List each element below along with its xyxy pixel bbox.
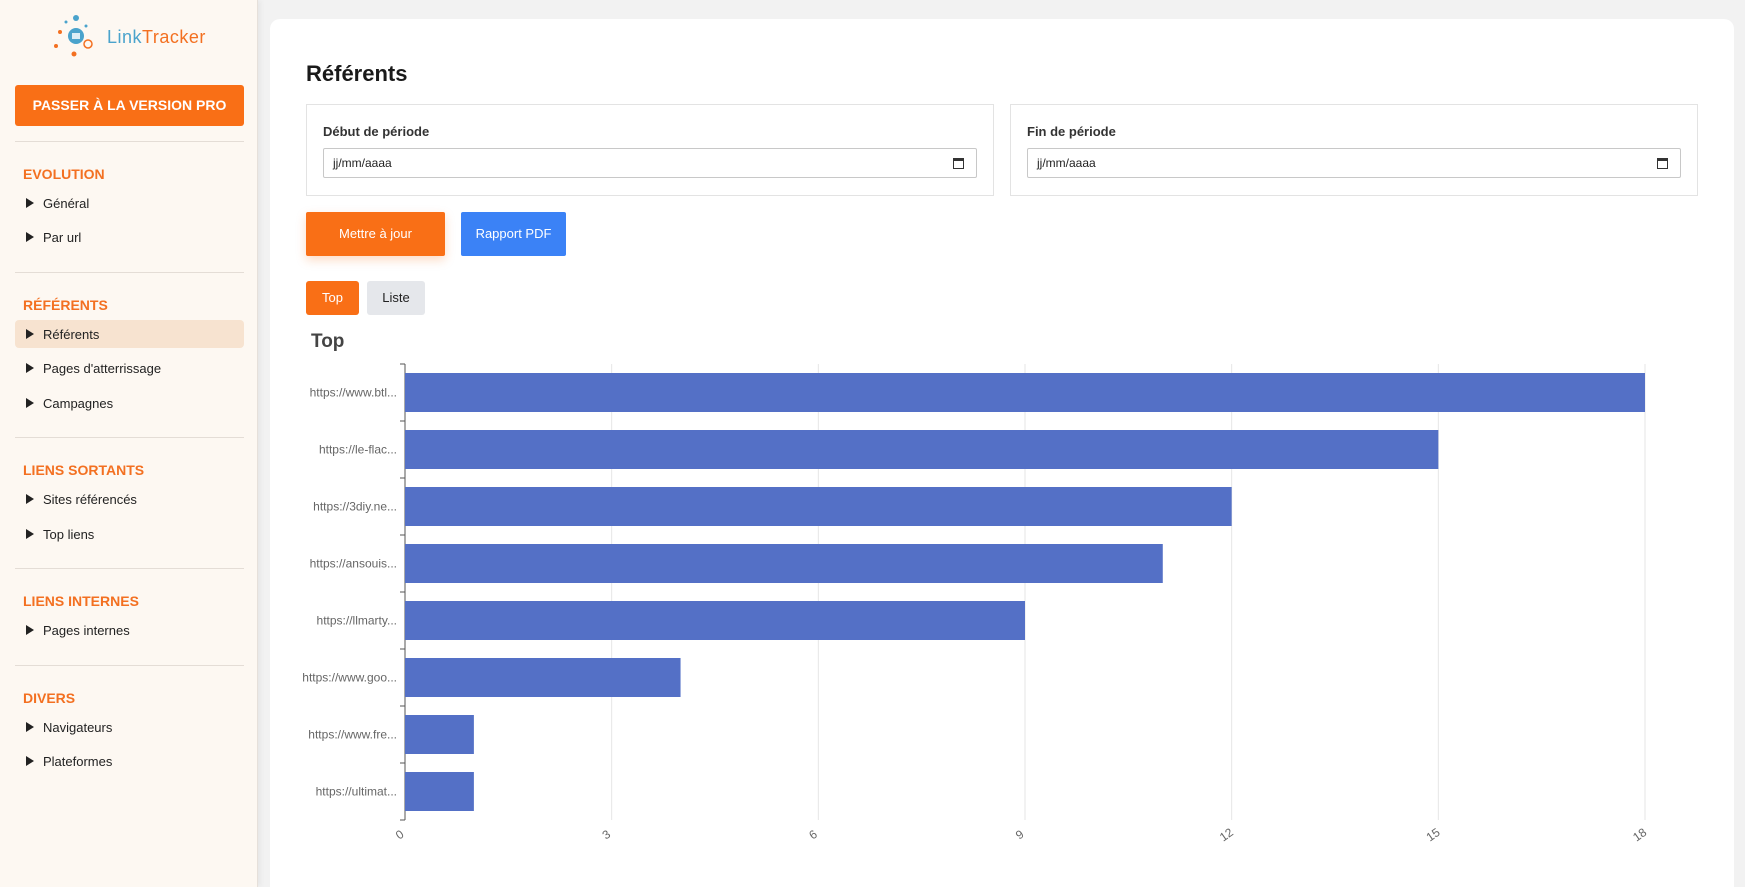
y-category-label: https://llmarty... xyxy=(317,614,397,628)
logo-text: LinkTracker xyxy=(107,27,206,47)
section-title-referents: RÉFÉRENTS xyxy=(23,297,108,313)
pdf-report-button[interactable]: Rapport PDF xyxy=(461,212,566,256)
start-date-input[interactable]: jj/mm/aaaa xyxy=(323,148,977,178)
referents-bar-chart: 0 3 6 9 12 15 18 https://www.btl... https://le-f… xyxy=(302,363,1649,844)
logo-icon xyxy=(54,15,93,57)
sidebar-item-pages-internes[interactable]: Pages internes xyxy=(15,616,244,644)
sidebar-item-navigateurs[interactable]: Navigateurs xyxy=(15,713,244,741)
bar xyxy=(405,430,1439,469)
x-tick-label: 3 xyxy=(600,827,614,842)
end-date-label: Fin de période xyxy=(1027,124,1116,139)
section-title-liens-sortants: LIENS SORTANTS xyxy=(23,462,145,478)
logo[interactable]: LinkTracker xyxy=(52,14,222,60)
divider xyxy=(15,568,244,569)
y-category-label: https://www.fre... xyxy=(308,728,397,742)
sidebar-item-label: Pages d'atterrissage xyxy=(43,360,162,376)
end-date-input[interactable]: jj/mm/aaaa xyxy=(1027,148,1681,178)
upgrade-pro-button[interactable]: PASSER À LA VERSION PRO xyxy=(15,85,244,126)
x-tick-label: 12 xyxy=(1217,825,1236,844)
end-date-placeholder: jj/mm/aaaa xyxy=(1037,156,1096,170)
y-category-label: https://ultimat... xyxy=(316,785,397,799)
y-category-label: https://www.goo... xyxy=(302,671,397,685)
calendar-icon[interactable] xyxy=(1657,158,1668,169)
tab-liste[interactable]: Liste xyxy=(367,281,425,315)
sidebar-item-label: Top liens xyxy=(43,526,95,542)
sidebar-item-label: Navigateurs xyxy=(43,719,113,735)
divider xyxy=(15,665,244,666)
sidebar-item-label: Sites référencés xyxy=(43,491,137,507)
bar xyxy=(405,487,1232,526)
x-tick-label: 9 xyxy=(1013,827,1027,842)
caret-right-icon xyxy=(26,529,34,539)
y-category-label: https://le-flac... xyxy=(319,443,397,457)
y-category-label: https://3diy.ne... xyxy=(313,500,397,514)
update-button[interactable]: Mettre à jour xyxy=(306,212,445,256)
x-tick-label: 15 xyxy=(1424,825,1443,844)
y-category-label: https://ansouis... xyxy=(310,557,397,571)
bar xyxy=(405,658,681,697)
caret-right-icon xyxy=(26,198,34,208)
y-category-label: https://www.btl... xyxy=(310,386,397,400)
caret-right-icon xyxy=(26,232,34,242)
section-title-divers: DIVERS xyxy=(23,690,76,706)
sidebar-item-top-liens[interactable]: Top liens xyxy=(15,520,244,548)
sidebar: LinkTracker PASSER À LA VERSION PRO EVOL… xyxy=(0,0,258,887)
x-tick-label: 18 xyxy=(1630,825,1649,844)
sidebar-item-label: Général xyxy=(43,195,90,211)
main-panel: Référents Début de période jj/mm/aaaa Fi… xyxy=(270,19,1734,887)
calendar-icon[interactable] xyxy=(953,158,964,169)
start-date-placeholder: jj/mm/aaaa xyxy=(333,156,392,170)
caret-right-icon xyxy=(26,363,34,373)
end-date-group: Fin de période jj/mm/aaaa xyxy=(1010,104,1698,196)
sidebar-item-label: Pages internes xyxy=(43,622,130,638)
sidebar-item-par-url[interactable]: Par url xyxy=(15,223,244,251)
divider xyxy=(15,437,244,438)
sidebar-item-general[interactable]: Général xyxy=(15,189,244,217)
bar xyxy=(405,544,1163,583)
sidebar-item-label: Par url xyxy=(43,229,82,245)
sidebar-item-pages-atterrissage[interactable]: Pages d'atterrissage xyxy=(15,354,244,382)
x-tick-label: 6 xyxy=(806,827,820,842)
x-tick-label: 0 xyxy=(393,827,407,842)
bar xyxy=(405,373,1645,412)
bar xyxy=(405,715,474,754)
caret-right-icon xyxy=(26,494,34,504)
sidebar-item-sites-references[interactable]: Sites référencés xyxy=(15,485,244,513)
caret-right-icon xyxy=(26,756,34,766)
start-date-label: Début de période xyxy=(323,124,430,139)
sidebar-item-campagnes[interactable]: Campagnes xyxy=(15,389,244,417)
caret-right-icon xyxy=(26,329,34,339)
caret-right-icon xyxy=(26,625,34,635)
caret-right-icon xyxy=(26,722,34,732)
sidebar-item-label: Référents xyxy=(43,326,100,342)
page-title: Référents xyxy=(306,61,408,86)
bar xyxy=(405,772,474,811)
tab-top[interactable]: Top xyxy=(306,281,359,315)
caret-right-icon xyxy=(26,398,34,408)
divider xyxy=(15,272,244,273)
sidebar-item-plateformes[interactable]: Plateformes xyxy=(15,747,244,775)
sidebar-item-label: Campagnes xyxy=(43,395,114,411)
section-title-liens-internes: LIENS INTERNES xyxy=(23,593,139,609)
divider xyxy=(15,141,244,142)
section-title-evolution: EVOLUTION xyxy=(23,166,105,182)
sidebar-item-label: Plateformes xyxy=(43,753,113,769)
start-date-group: Début de période jj/mm/aaaa xyxy=(306,104,994,196)
sidebar-item-referents[interactable]: Référents xyxy=(15,320,244,348)
bar xyxy=(405,601,1025,640)
